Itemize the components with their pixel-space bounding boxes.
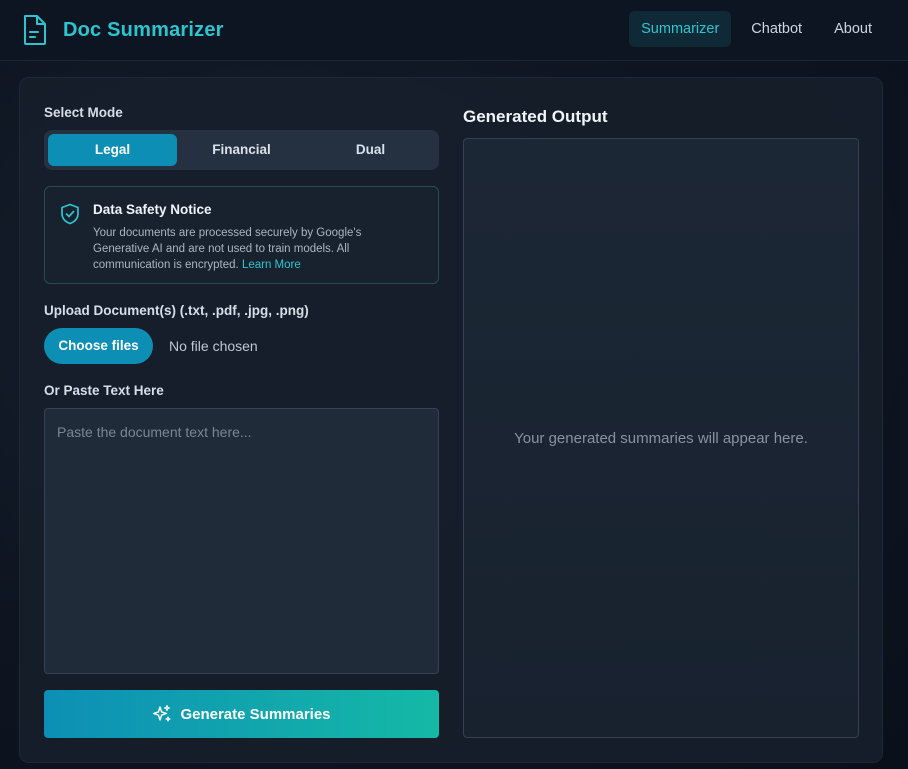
output-title: Generated Output [463, 107, 608, 126]
main-nav: Summarizer Chatbot About [621, 11, 884, 47]
choose-files-button[interactable]: Choose files [44, 328, 153, 364]
notice-body: Your documents are processed securely by… [93, 227, 362, 271]
mode-financial-button[interactable]: Financial [177, 134, 306, 166]
mode-legal-button[interactable]: Legal [48, 134, 177, 166]
paste-label: Or Paste Text Here [44, 383, 164, 398]
generate-summaries-button[interactable]: Generate Summaries [44, 690, 439, 738]
output-placeholder: Your generated summaries will appear her… [514, 429, 808, 447]
header: Doc Summarizer Summarizer Chatbot About [0, 0, 908, 61]
paste-text-input[interactable] [44, 408, 439, 674]
output-box[interactable]: Your generated summaries will appear her… [463, 138, 859, 738]
nav-summarizer[interactable]: Summarizer [629, 11, 732, 47]
upload-label: Upload Document(s) (.txt, .pdf, .jpg, .p… [44, 303, 309, 318]
nav-chatbot[interactable]: Chatbot [739, 11, 814, 47]
document-icon [24, 15, 46, 45]
learn-more-link[interactable]: Learn More [242, 259, 301, 271]
mode-dual-button[interactable]: Dual [306, 134, 435, 166]
app: Doc Summarizer Summarizer Chatbot About … [0, 0, 908, 769]
generate-label: Generate Summaries [180, 705, 331, 723]
nav-about[interactable]: About [822, 11, 884, 47]
sparkles-icon [153, 704, 172, 722]
file-status: No file chosen [169, 338, 258, 354]
main-panel: Select Mode Legal Financial Dual Data Sa… [19, 77, 883, 763]
app-title: Doc Summarizer [63, 18, 224, 41]
shield-check-icon [61, 203, 79, 225]
mode-selector: Legal Financial Dual [44, 130, 439, 170]
notice-title: Data Safety Notice [93, 202, 212, 217]
data-safety-notice: Data Safety Notice Your documents are pr… [44, 186, 439, 284]
notice-text: Your documents are processed securely by… [93, 225, 413, 273]
brand[interactable]: Doc Summarizer [22, 14, 224, 46]
select-mode-label: Select Mode [44, 105, 123, 120]
